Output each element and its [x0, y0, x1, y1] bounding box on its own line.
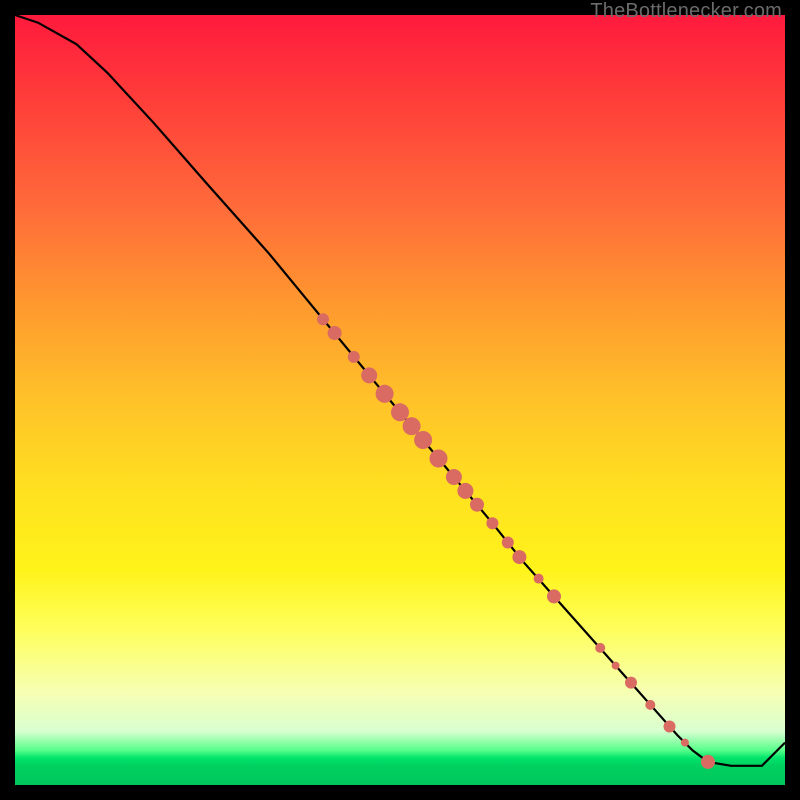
data-markers: [317, 313, 715, 769]
data-point: [457, 483, 473, 499]
data-point: [534, 574, 544, 584]
data-point: [317, 313, 329, 325]
data-point: [547, 589, 561, 603]
data-point: [502, 537, 514, 549]
data-point: [595, 643, 605, 653]
data-point: [414, 431, 432, 449]
data-point: [486, 517, 498, 529]
chart-stage: TheBottlenecker.com: [0, 0, 800, 800]
data-point: [625, 677, 637, 689]
data-point: [645, 700, 655, 710]
data-point: [470, 498, 484, 512]
data-point: [403, 417, 421, 435]
data-point: [391, 403, 409, 421]
data-point: [376, 385, 394, 403]
data-point: [612, 662, 620, 670]
data-point: [512, 550, 526, 564]
data-point: [328, 326, 342, 340]
bottleneck-curve: [15, 15, 785, 766]
data-point: [430, 450, 448, 468]
chart-overlay-svg: [15, 15, 785, 785]
data-point: [348, 351, 360, 363]
data-point: [681, 739, 689, 747]
data-point: [664, 721, 676, 733]
data-point: [361, 367, 377, 383]
data-point: [446, 469, 462, 485]
data-point: [701, 755, 715, 769]
